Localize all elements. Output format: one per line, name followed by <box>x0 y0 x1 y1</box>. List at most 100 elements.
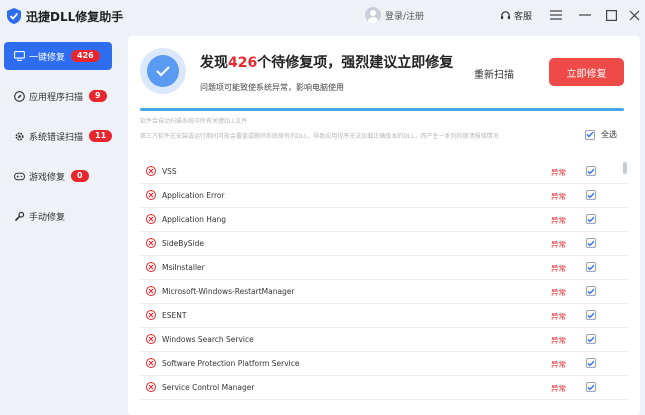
close-icon <box>629 10 639 20</box>
list-item[interactable]: SideBySide 异常 <box>140 232 628 256</box>
item-status: 异常 <box>551 240 566 249</box>
issue-list: VSS 异常 Application Error 异常 Application Hang… <box>140 160 628 415</box>
error-icon <box>146 214 156 224</box>
app-logo-icon <box>7 8 21 24</box>
item-checkbox[interactable] <box>586 238 596 248</box>
gamepad-icon <box>14 171 25 182</box>
item-status: 异常 <box>551 168 566 177</box>
app-title: 迅捷DLL修复助手 <box>26 10 124 24</box>
support-label: 客服 <box>514 12 533 22</box>
close-button[interactable] <box>627 8 641 22</box>
sidebar-item-system-error-scan[interactable]: 系统错误扫描 11 <box>4 122 113 150</box>
item-checkbox[interactable] <box>586 358 596 368</box>
title-bar: 迅捷DLL修复助手 登录/注册 客服 <box>0 0 645 32</box>
list-scrollbar[interactable] <box>623 162 627 174</box>
item-checkbox[interactable] <box>586 190 596 200</box>
login-button[interactable]: 登录/注册 <box>365 7 424 23</box>
item-checkbox[interactable] <box>586 214 596 224</box>
error-icon <box>146 286 156 296</box>
headline-suffix: 个待修复项，强烈建议立即修复 <box>257 55 454 71</box>
item-status: 异常 <box>551 288 566 297</box>
list-item[interactable]: Windows Search Service 异常 <box>140 328 628 352</box>
list-item[interactable]: VSS 异常 <box>140 160 628 184</box>
check-icon <box>587 168 595 175</box>
item-name: ESENT <box>162 311 187 320</box>
check-icon <box>587 240 595 247</box>
item-status: 异常 <box>551 360 566 369</box>
list-item[interactable]: Application Hang 异常 <box>140 208 628 232</box>
count-badge: 9 <box>89 90 107 102</box>
avatar <box>365 7 381 23</box>
item-name: MsiInstaller <box>162 263 205 272</box>
sidebar-item-app-scan[interactable]: 应用程序扫描 9 <box>4 82 112 110</box>
check-icon <box>587 360 595 367</box>
menu-icon <box>550 10 562 20</box>
item-name: Windows Search Service <box>162 335 254 344</box>
headline-prefix: 发现 <box>200 55 228 71</box>
sidebar-item-label: 游戏修复 <box>29 172 66 183</box>
menu-button[interactable] <box>549 8 563 22</box>
error-icon <box>146 166 156 176</box>
list-item[interactable]: Application Error 异常 <box>140 184 628 208</box>
sidebar-item-game-repair[interactable]: 游戏修复 0 <box>4 162 112 190</box>
sidebar-item-label: 手动修复 <box>29 212 66 223</box>
check-icon <box>587 384 595 391</box>
item-name: Microsoft-Windows-RestartManager <box>162 287 295 296</box>
list-item[interactable]: ESENT 异常 <box>140 304 628 328</box>
check-icon <box>587 216 595 223</box>
scan-description: 第三方软件在安装或运行期间可能会覆盖或删除系统原有的DLL，导致应用程序无法加载… <box>140 133 499 140</box>
item-name: Application Error <box>162 191 225 200</box>
list-item[interactable]: Software Protection Platform Service 异常 <box>140 352 628 376</box>
count-badge: 11 <box>89 130 113 142</box>
item-checkbox[interactable] <box>586 310 596 320</box>
item-checkbox[interactable] <box>586 166 596 176</box>
list-item[interactable]: Service Control Manager 异常 <box>140 376 628 400</box>
error-icon <box>146 262 156 272</box>
gear-icon <box>14 131 25 142</box>
item-checkbox[interactable] <box>586 382 596 392</box>
minimize-icon <box>579 14 591 16</box>
sidebar-item-manual-repair[interactable]: 手动修复 <box>4 202 112 230</box>
maximize-icon <box>605 9 617 21</box>
item-status: 异常 <box>551 216 566 225</box>
sidebar-item-label: 一键修复 <box>29 52 66 63</box>
sidebar: 一键修复 426 应用程序扫描 9 系统错误扫描 11 游戏修复 0 手动修复 <box>0 36 120 415</box>
scan-note: 软件会自动扫描系统中所有关键DLL文件 <box>140 118 248 125</box>
error-icon <box>146 382 156 392</box>
select-all-label: 全选 <box>601 130 617 139</box>
summary-headline: 发现426个待修复项，强烈建议立即修复 <box>200 52 453 72</box>
minimize-button[interactable] <box>578 8 592 22</box>
list-item[interactable]: Microsoft-Windows-RestartManager 异常 <box>140 280 628 304</box>
item-checkbox[interactable] <box>586 262 596 272</box>
login-label: 登录/注册 <box>385 11 425 22</box>
list-item[interactable]: MsiInstaller 异常 <box>140 256 628 280</box>
main-panel: 发现426个待修复项，强烈建议立即修复 问题项可能致使系统异常，影响电脑使用 重… <box>128 36 640 415</box>
item-status: 异常 <box>551 384 566 393</box>
check-icon <box>587 288 595 295</box>
error-icon <box>146 334 156 344</box>
item-checkbox[interactable] <box>586 286 596 296</box>
error-icon <box>146 190 156 200</box>
check-icon <box>587 336 595 343</box>
sidebar-item-one-click-repair[interactable]: 一键修复 426 <box>4 42 112 70</box>
select-all-checkbox[interactable] <box>585 129 595 140</box>
item-name: Application Hang <box>162 215 227 224</box>
scan-progress-bar <box>140 108 624 111</box>
fix-now-button[interactable]: 立即修复 <box>549 58 624 86</box>
headset-icon <box>500 11 511 20</box>
count-badge: 0 <box>71 170 89 182</box>
maximize-button[interactable] <box>604 8 618 22</box>
item-checkbox[interactable] <box>586 334 596 344</box>
item-status: 异常 <box>551 312 566 321</box>
count-badge: 426 <box>71 50 100 62</box>
sidebar-item-label: 应用程序扫描 <box>29 92 84 103</box>
select-all-toggle[interactable]: 全选 <box>585 129 617 140</box>
support-button[interactable]: 客服 <box>500 9 532 22</box>
item-name: VSS <box>162 167 177 176</box>
check-icon <box>587 192 595 199</box>
error-icon <box>146 310 156 320</box>
scan-progress-fill <box>140 108 624 111</box>
rescan-button[interactable]: 重新扫描 <box>474 66 514 81</box>
item-name: SideBySide <box>162 239 205 248</box>
status-shield-icon <box>140 48 186 94</box>
